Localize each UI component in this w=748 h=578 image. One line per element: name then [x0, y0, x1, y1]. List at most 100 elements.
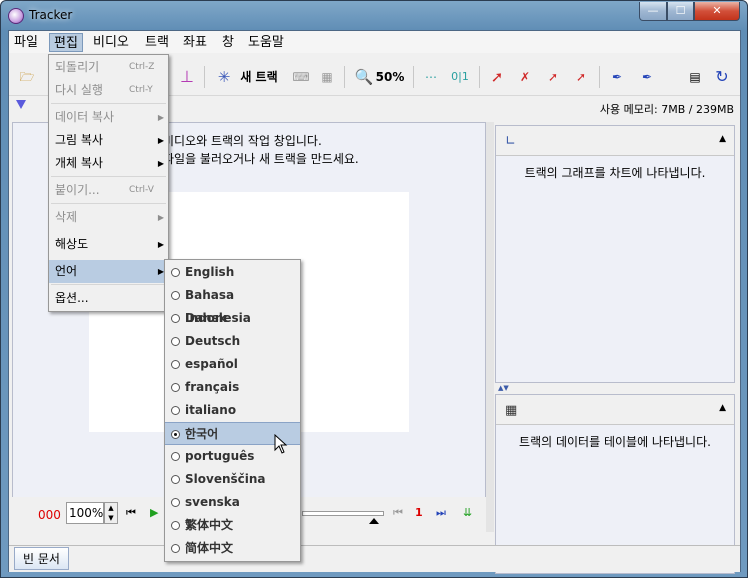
zoom-icon[interactable]: 🔍: [354, 66, 374, 88]
open-folder-icon[interactable]: 🗁: [17, 66, 37, 88]
submenu-arrow-icon: ▶: [157, 113, 164, 122]
edit-menu-item[interactable]: 다시 실행 Ctrl-Y: [49, 79, 168, 102]
memory-usage: 사용 메모리: 7MB / 239MB: [599, 103, 734, 116]
velocity-icon[interactable]: ➚: [543, 66, 563, 88]
zoom-field[interactable]: 100%: [66, 502, 104, 524]
language-item[interactable]: 简体中文: [165, 537, 300, 560]
refresh-icon[interactable]: ↻: [712, 66, 732, 88]
language-item[interactable]: Bahasa Indonesia: [165, 284, 300, 325]
menu-separator: [51, 176, 166, 177]
language-item[interactable]: 繁体中文: [165, 514, 300, 537]
title-bar[interactable]: Tracker — ☐ ✕: [1, 1, 747, 29]
go-start-icon[interactable]: ⏮: [126, 506, 136, 520]
table-icon[interactable]: ▦: [505, 403, 517, 418]
radio-icon: [171, 521, 180, 530]
radio-icon: [171, 452, 180, 461]
path-icon[interactable]: ➚: [487, 66, 507, 88]
maximize-button[interactable]: ☐: [667, 2, 694, 21]
frame-slider[interactable]: [302, 511, 384, 516]
new-track-button[interactable]: 새 트랙: [234, 66, 284, 88]
pen-xm-icon[interactable]: ✒: [637, 66, 657, 88]
step-size[interactable]: 1: [415, 506, 423, 519]
language-item[interactable]: English: [165, 261, 300, 284]
app-logo-icon: [8, 8, 24, 24]
close-button[interactable]: ✕: [694, 2, 740, 21]
play-icon[interactable]: ▶: [150, 506, 158, 519]
language-item[interactable]: svenska: [165, 491, 300, 514]
plot-panel[interactable]: ∟ ▲ 트랙의 그래프를 차트에 나타냅니다.: [495, 125, 735, 383]
language-submenu: English Bahasa Indonesia Dansk Deutsch españ…: [164, 259, 301, 562]
edit-menu-item[interactable]: 그림 복사 ▶: [49, 129, 168, 152]
submenu-arrow-icon: ▶: [157, 213, 164, 222]
edit-menu-item[interactable]: 옵션...: [49, 287, 168, 310]
collapse-icon[interactable]: ▲: [719, 134, 726, 144]
loop-icon[interactable]: ⇊: [463, 506, 472, 519]
radio-icon: [171, 475, 180, 484]
vertical-splitter[interactable]: [486, 122, 494, 532]
radio-icon: [171, 337, 180, 346]
window-title: Tracker: [29, 8, 73, 22]
radio-icon: [171, 498, 180, 507]
notes-icon[interactable]: ▤: [685, 66, 705, 88]
step-forward-icon[interactable]: ⏭: [436, 506, 446, 520]
menu-video[interactable]: 비디오: [89, 33, 133, 52]
edit-menu-item[interactable]: 되돌리기 Ctrl-Z: [49, 56, 168, 79]
tab-bar: 빈 문서: [9, 545, 740, 572]
edit-menu-item[interactable]: 언어 ▶: [49, 260, 168, 283]
position-icon[interactable]: ✗: [515, 66, 535, 88]
edit-menu-item[interactable]: 개체 복사 ▶: [49, 152, 168, 175]
radio-icon: [171, 544, 180, 553]
zoom-level[interactable]: 50%: [375, 66, 405, 88]
table-panel-message: 트랙의 데이터를 테이블에 나타냅니다.: [519, 435, 711, 449]
language-item[interactable]: Slovenščina: [165, 468, 300, 491]
radio-icon: [171, 383, 180, 392]
trail-icon[interactable]: ⋯: [421, 66, 441, 88]
axes-icon[interactable]: ⊥: [177, 66, 197, 88]
minimize-button[interactable]: —: [639, 2, 667, 21]
submenu-arrow-icon: ▶: [157, 136, 164, 145]
menu-file[interactable]: 파일: [10, 33, 42, 52]
radio-icon: [171, 268, 180, 277]
radio-icon: [171, 406, 180, 415]
grid-icon[interactable]: ▦: [317, 66, 337, 88]
edit-menu-dropdown: 되돌리기 Ctrl-Z 다시 실행 Ctrl-Y 데이터 복사 ▶ 그림 복사 ▶ 개체 복사 ▶…: [48, 54, 169, 312]
pen-x1-icon[interactable]: ✒: [607, 66, 627, 88]
language-item[interactable]: español: [165, 353, 300, 376]
step-back-icon[interactable]: ⏮: [393, 506, 403, 520]
app-window: Tracker — ☐ ✕ 파일 편집 비디오 트랙 좌표 창 도움말 🗁 ⊥ …: [0, 0, 748, 578]
menu-window[interactable]: 창: [218, 33, 238, 52]
dropdown-triangle-icon[interactable]: [16, 100, 26, 109]
acceleration-icon[interactable]: ➚: [571, 66, 591, 88]
menu-separator: [51, 284, 166, 285]
horizontal-splitter[interactable]: ▲▼: [495, 384, 735, 393]
keyboard-icon[interactable]: ⌨: [291, 66, 311, 88]
zoom-spinner[interactable]: ▲ ▼: [104, 502, 118, 524]
video-panel-message-2: 파일을 불러오거나 새 트랙을 만드세요.: [163, 152, 359, 166]
table-panel-header: ▦ ▲: [496, 395, 734, 425]
collapse-icon[interactable]: ▲: [719, 403, 726, 413]
submenu-arrow-icon: ▶: [157, 159, 164, 168]
menu-help[interactable]: 도움말: [244, 33, 288, 52]
language-item[interactable]: Deutsch: [165, 330, 300, 353]
menu-separator: [51, 203, 166, 204]
plot-panel-message: 트랙의 그래프를 차트에 나타냅니다.: [524, 166, 706, 180]
menu-track[interactable]: 트랙: [141, 33, 173, 52]
video-panel-message-1: 비디오와 트랙의 작업 창입니다.: [163, 134, 322, 148]
ruler-icon[interactable]: 0|1: [448, 66, 472, 88]
menu-coords[interactable]: 좌표: [179, 33, 211, 52]
edit-menu-item[interactable]: 붙이기... Ctrl-V: [49, 179, 168, 202]
language-item[interactable]: italiano: [165, 399, 300, 422]
menu-edit[interactable]: 편집: [49, 33, 83, 52]
radio-icon: [171, 291, 180, 300]
submenu-arrow-icon: ▶: [157, 240, 164, 249]
language-item[interactable]: Dansk: [165, 307, 300, 330]
edit-menu-item[interactable]: 해상도 ▶: [49, 233, 168, 256]
frame-counter[interactable]: 000: [38, 508, 61, 522]
menu-bar: 파일 편집 비디오 트랙 좌표 창 도움말: [9, 31, 740, 53]
slider-handle[interactable]: [369, 518, 379, 524]
edit-menu-item[interactable]: 삭제 ▶: [49, 206, 168, 229]
chart-icon[interactable]: ∟: [505, 134, 516, 149]
language-item[interactable]: français: [165, 376, 300, 399]
edit-menu-item[interactable]: 데이터 복사 ▶: [49, 106, 168, 129]
tab-blank-document[interactable]: 빈 문서: [14, 547, 69, 570]
